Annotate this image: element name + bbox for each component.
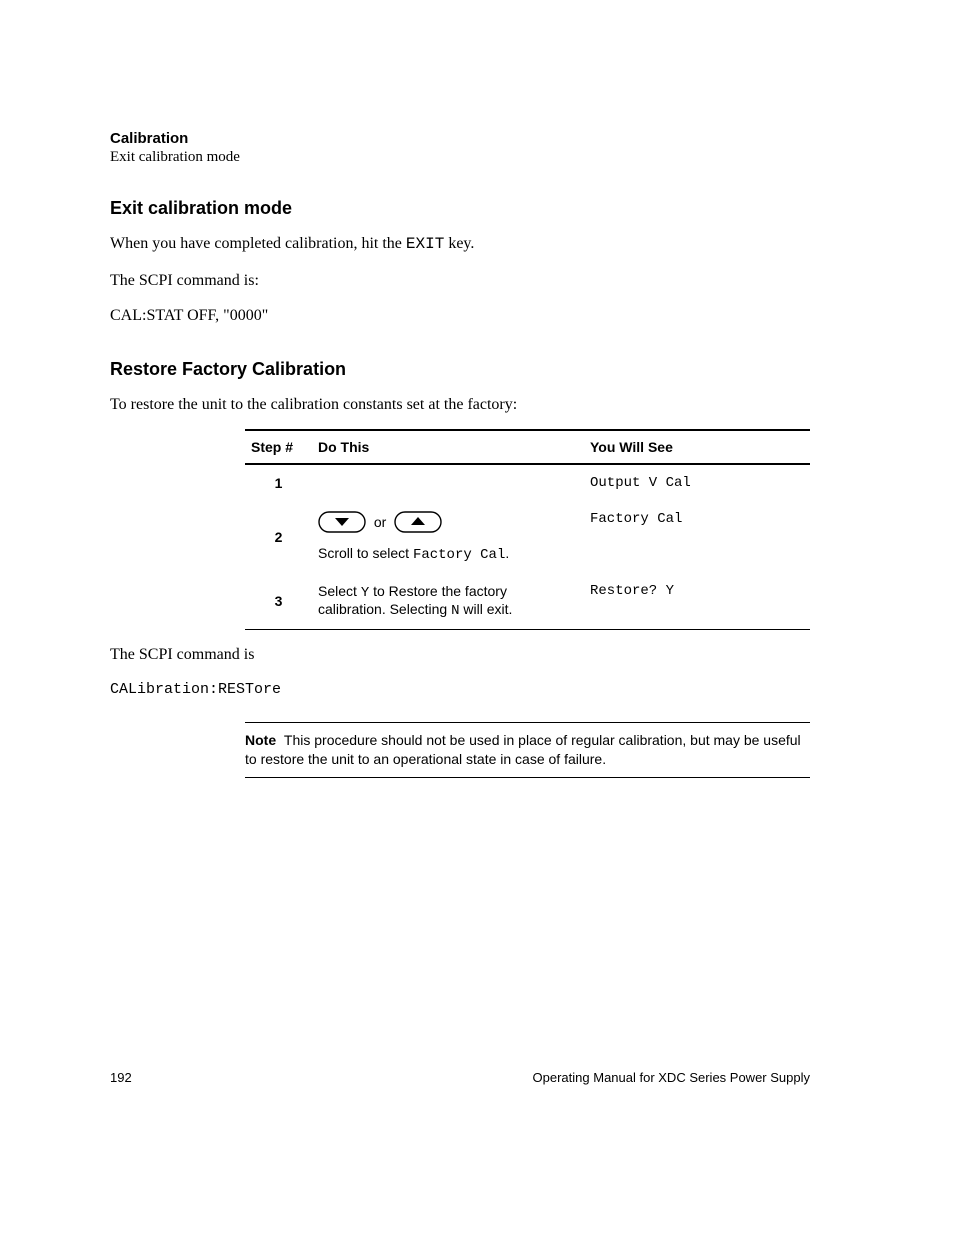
running-header-subtitle: Exit calibration mode — [110, 149, 810, 166]
step-do — [312, 464, 584, 501]
step-do: Select Y to Restore the factory calibrat… — [312, 573, 584, 630]
table-row: 2 or — [245, 501, 810, 573]
down-arrow-key-icon — [318, 511, 366, 533]
table-row: 1 Output V Cal — [245, 464, 810, 501]
text: will exit. — [459, 601, 512, 617]
text: When you have completed calibration, hit… — [110, 235, 406, 252]
paragraph-scpi-label: The SCPI command is: — [110, 270, 810, 292]
text: Select — [318, 583, 361, 599]
text: . — [505, 545, 509, 561]
paragraph-scpi-command-off: CAL:STAT OFF, "0000" — [110, 305, 810, 327]
column-header-step: Step # — [245, 430, 312, 464]
up-arrow-key-icon — [394, 511, 442, 533]
note-label: Note — [245, 732, 276, 748]
exit-key-code: EXIT — [406, 235, 444, 253]
paragraph-scpi-command-restore: CALibration:RESTore — [110, 680, 810, 700]
column-header-do: Do This — [312, 430, 584, 464]
column-header-see: You Will See — [584, 430, 810, 464]
scroll-instruction: Scroll to select Factory Cal. — [318, 545, 578, 563]
or-label: or — [374, 514, 386, 530]
paragraph-scpi-label-2: The SCPI command is — [110, 644, 810, 666]
running-header-title: Calibration — [110, 130, 810, 147]
step-do: or Scroll to select Factory Cal. — [312, 501, 584, 573]
step-see: Output V Cal — [584, 464, 810, 501]
steps-table: Step # Do This You Will See 1 Output V C… — [245, 429, 810, 630]
text: Scroll to select — [318, 545, 413, 561]
factory-cal-code: Factory Cal — [413, 547, 505, 563]
heading-restore-factory-calibration: Restore Factory Calibration — [110, 359, 810, 380]
paragraph-restore-intro: To restore the unit to the calibration c… — [110, 394, 810, 416]
note-box: Note This procedure should not be used i… — [245, 722, 810, 778]
paragraph-exit-intro: When you have completed calibration, hit… — [110, 233, 810, 256]
y-code: Y — [361, 585, 369, 601]
table-row: 3 Select Y to Restore the factory calibr… — [245, 573, 810, 630]
step-number: 1 — [245, 464, 312, 501]
step-see: Restore? Y — [584, 573, 810, 630]
step-see: Factory Cal — [584, 501, 810, 573]
step-number: 3 — [245, 573, 312, 630]
text: key. — [444, 235, 474, 252]
step-number: 2 — [245, 501, 312, 573]
page-number: 192 — [110, 1070, 132, 1085]
note-text: This procedure should not be used in pla… — [245, 732, 801, 767]
footer-text: Operating Manual for XDC Series Power Su… — [533, 1070, 810, 1085]
heading-exit-calibration-mode: Exit calibration mode — [110, 198, 810, 219]
